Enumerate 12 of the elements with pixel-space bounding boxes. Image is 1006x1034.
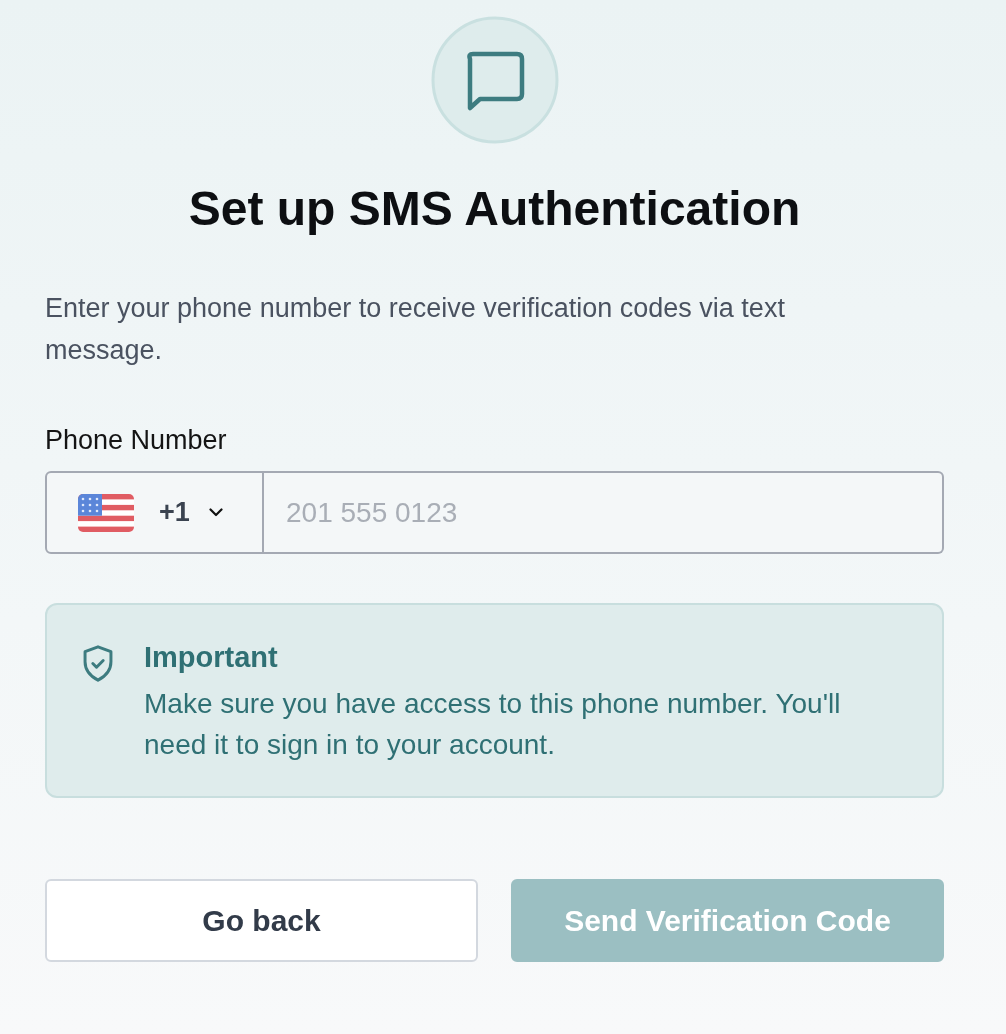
country-code-dropdown[interactable]: +1 bbox=[45, 471, 264, 554]
phone-number-input[interactable]: 201 555 0123 bbox=[264, 471, 944, 554]
notice-title: Important bbox=[144, 640, 279, 675]
description-text: Enter your phone number to receive verification codes via text message. bbox=[45, 292, 786, 367]
chat-bubble-icon bbox=[430, 16, 559, 144]
phone-number-label: Phone Number bbox=[45, 424, 228, 457]
shield-check-icon bbox=[83, 645, 113, 682]
flag-icon bbox=[78, 493, 134, 532]
page-title: Set up SMS Authentication bbox=[187, 181, 802, 237]
notice-text: Make sure you have access to this phone number. You'll need it to sign in to your account. bbox=[144, 687, 842, 762]
caret-icon bbox=[208, 508, 223, 517]
back-button[interactable]: Go back bbox=[45, 879, 478, 962]
